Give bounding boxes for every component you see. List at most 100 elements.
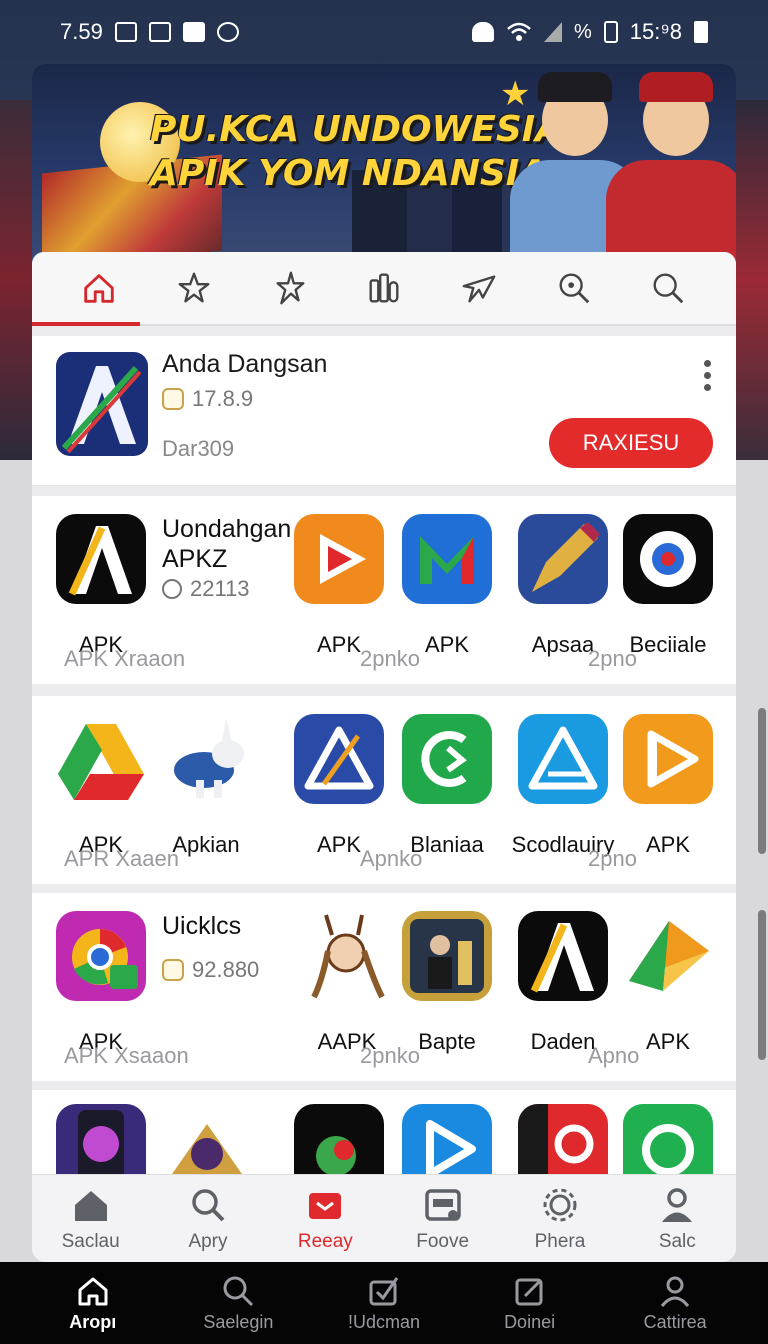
- featured-app-size: Dar309: [162, 436, 235, 461]
- app-row-4: [32, 1090, 736, 1194]
- sys-nav-label: !Udcman: [347, 1311, 420, 1332]
- row-title: Uicklcs: [162, 912, 242, 940]
- app-tile[interactable]: AAPK: [302, 911, 392, 1054]
- search-icon: [192, 1188, 225, 1221]
- image-icon: [148, 22, 171, 42]
- app-tile[interactable]: APK: [402, 514, 492, 657]
- search-icon: [653, 273, 684, 304]
- tab-discover[interactable]: [544, 258, 604, 318]
- sys-nav-account[interactable]: Cattirea: [610, 1274, 740, 1333]
- system-nav-bar: Aropı Saelegin !Udcman Doinei Cattirea: [0, 1262, 768, 1344]
- nav-item-apry[interactable]: Apry: [153, 1185, 263, 1253]
- sys-nav-edit[interactable]: Doinei: [465, 1274, 595, 1333]
- nav-label: Phera: [534, 1230, 586, 1252]
- install-button[interactable]: RAXIESU: [549, 418, 713, 468]
- signal-icon: [543, 22, 562, 42]
- status-bar: 7.59 % 15:⁹8: [0, 0, 768, 64]
- background-side-right: [736, 100, 768, 460]
- nav-label: Salc: [658, 1230, 696, 1252]
- tab-home[interactable]: [69, 258, 129, 318]
- app-subtitle: 2pno: [588, 846, 637, 871]
- tab-featured[interactable]: [259, 258, 319, 318]
- edit-icon: [515, 1278, 543, 1305]
- row-title: Uondahgan APKZ: [162, 514, 291, 574]
- app-icon-a-black: [56, 514, 146, 604]
- app-tile[interactable]: Beciiale: [623, 514, 713, 657]
- sys-nav-search[interactable]: Saelegin: [173, 1274, 303, 1333]
- tab-favorites[interactable]: [164, 258, 224, 318]
- row-rating: 22113: [162, 576, 250, 602]
- category-tabs: [32, 252, 736, 326]
- app-tile[interactable]: APK: [56, 714, 146, 857]
- tab-new[interactable]: [449, 258, 509, 318]
- app-icon-c-green: [402, 714, 492, 804]
- app-tile[interactable]: Blaniaa: [402, 714, 492, 857]
- active-tab-indicator: [32, 322, 140, 326]
- app-icon-delta-blue: [518, 714, 608, 804]
- app-row-1: APK Uondahgan APKZ 22113 APK APK Apsaa B…: [32, 496, 736, 684]
- app-tile[interactable]: Apsaa: [518, 514, 608, 657]
- app-subtitle: APK Xsaaon: [64, 1043, 189, 1068]
- nav-item-salc[interactable]: Salc: [622, 1185, 732, 1253]
- app-subtitle: 2pnko: [360, 1043, 420, 1068]
- row-title-line1: Uondahgan: [162, 515, 292, 543]
- tab-search[interactable]: [638, 258, 698, 318]
- app-tile[interactable]: APK: [294, 514, 384, 657]
- banner-title: PU.KCA UNDOWESIA APIK YOM NDANSIA: [150, 108, 570, 196]
- app-tile[interactable]: Bapte: [402, 911, 492, 1054]
- app-label: APK: [316, 632, 362, 657]
- scrollbar-thumb[interactable]: [758, 708, 766, 854]
- app-tile[interactable]: APK: [56, 911, 146, 1054]
- rating-badge-icon: [162, 959, 184, 981]
- user-icon: [662, 1187, 693, 1222]
- app-row-2: APK Apkian APK Blaniaa Scodlauiry APK AP…: [32, 696, 736, 884]
- app-subtitle: 2pno: [588, 646, 637, 671]
- tab-top[interactable]: [354, 258, 414, 318]
- app-tile[interactable]: APK: [56, 514, 146, 657]
- row-rating-value: 92.880: [192, 957, 260, 982]
- app-subtitle: 2pnko: [360, 646, 420, 671]
- nav-label: Foove: [416, 1230, 470, 1252]
- app-icon-drive: [56, 714, 146, 804]
- featured-rating-value: 17.8.9: [192, 386, 254, 411]
- inbox-icon: [309, 1192, 342, 1219]
- featured-app-card[interactable]: Anda Dangsan 17.8.9 Dar309 RAXIESU: [32, 336, 736, 486]
- app-icon-chrome-chat: [56, 911, 146, 1001]
- clock-icon: [216, 22, 239, 42]
- status-time: 7.59: [60, 19, 103, 44]
- nav-item-foove[interactable]: Foove: [388, 1185, 498, 1253]
- hotspot-icon: [471, 22, 494, 42]
- app-root: 7.59 % 15:⁹8 ★ PU.KCA UNDOWESIA APIK YOM…: [0, 0, 768, 1344]
- nav-item-reeay[interactable]: Reeay: [270, 1185, 380, 1253]
- home-icon: [84, 274, 115, 303]
- app-subtitle: Apnko: [360, 846, 423, 871]
- app-icon-a-black-2: [518, 911, 608, 1001]
- app-subtitle: APR Xaaen: [64, 846, 179, 871]
- search-sparkle-icon: [559, 273, 589, 304]
- app-tile[interactable]: APK: [294, 714, 384, 857]
- app-tile[interactable]: APK: [623, 911, 713, 1054]
- rating-icon: [162, 579, 182, 599]
- sys-nav-home[interactable]: Aropı: [28, 1274, 158, 1333]
- app-icon-play: [294, 514, 384, 604]
- scrollbar-thumb-lower[interactable]: [758, 910, 766, 1060]
- app-label: Beciiale: [629, 632, 707, 657]
- app-label: Apkian: [172, 832, 240, 857]
- app-icon-triangle: [294, 714, 384, 804]
- app-label: APK: [645, 1029, 691, 1054]
- featured-app-icon[interactable]: [56, 352, 148, 456]
- more-options-icon[interactable]: [700, 360, 714, 391]
- home-icon: [78, 1277, 108, 1305]
- sparkle-star-icon: [276, 271, 305, 305]
- app-tile[interactable]: Apkian: [156, 714, 256, 857]
- battery-icon: [694, 21, 708, 43]
- app-icon-gear: [623, 514, 713, 604]
- nav-item-phera[interactable]: Phera: [505, 1185, 615, 1253]
- app-tile[interactable]: APK: [623, 714, 713, 857]
- app-tile[interactable]: Daden: [518, 911, 608, 1054]
- nav-item-saclau[interactable]: Saclau: [36, 1185, 146, 1253]
- sys-nav-updates[interactable]: !Udcman: [319, 1274, 449, 1333]
- promo-banner[interactable]: ★ PU.KCA UNDOWESIA APIK YOM NDANSIA: [32, 64, 736, 260]
- app-tile[interactable]: Scodlauiry: [512, 714, 614, 857]
- user-icon: [661, 1276, 690, 1307]
